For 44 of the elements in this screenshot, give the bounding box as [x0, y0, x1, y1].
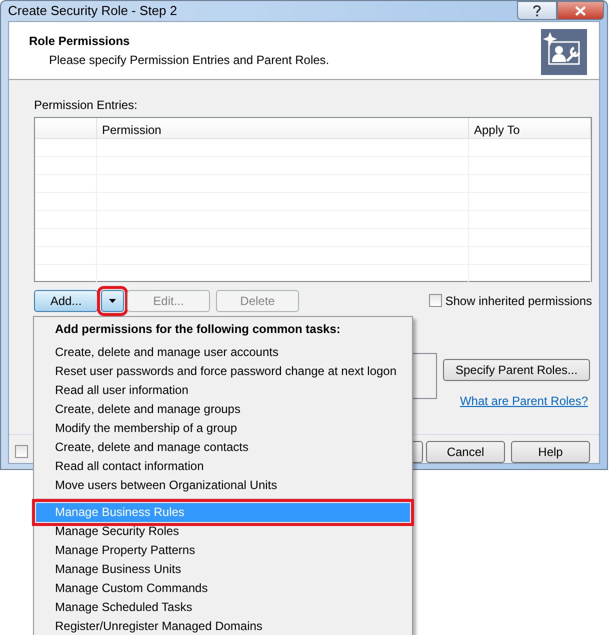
menu-heading: Add permissions for the following common tasks: — [54, 321, 342, 338]
menu-item[interactable]: Read all user information — [36, 381, 410, 400]
table-cell — [35, 264, 97, 282]
checkbox[interactable] — [15, 445, 28, 458]
help-icon — [533, 4, 541, 16]
user-wrench-icon — [541, 28, 587, 74]
menu-item[interactable]: Reset user passwords and force password change at next logon — [36, 362, 410, 381]
table-cell — [35, 228, 97, 246]
checkbox-label: Show inherited permissions — [445, 292, 592, 310]
table-cell — [35, 174, 97, 192]
menu-item[interactable]: Create, delete and manage contacts — [36, 438, 410, 457]
caret-icon — [109, 298, 116, 302]
window-title: Create Security Role - Step 2 — [8, 2, 178, 20]
menu-item[interactable]: Manage Property Patterns — [36, 541, 410, 560]
column-header[interactable]: Apply To — [469, 118, 591, 138]
table-cell — [35, 246, 97, 264]
close-button[interactable] — [557, 1, 604, 20]
menu-item[interactable]: Modify the membership of a group — [36, 419, 410, 438]
page-description: Please specify Permission Entries and Parent Roles. — [48, 52, 330, 68]
page-heading: Role Permissions — [29, 32, 131, 50]
menu-item[interactable]: Read all contact information — [36, 457, 410, 476]
menu-item[interactable]: Manage Security Roles — [36, 522, 410, 541]
section-label: Permission Entries: — [34, 96, 138, 114]
table-cell — [35, 192, 97, 210]
close-icon — [575, 6, 586, 16]
menu-item[interactable]: Create, delete and manage user accounts — [36, 343, 410, 362]
column-header[interactable] — [35, 118, 97, 138]
parent-roles-help-link[interactable]: What are Parent Roles? — [460, 392, 588, 410]
menu-item[interactable]: Register/Unregister Managed Domains — [36, 617, 410, 635]
table-cell — [35, 210, 97, 228]
dialog-button[interactable]: Cancel — [426, 440, 505, 462]
menu-item[interactable]: Create, delete and manage groups — [36, 400, 410, 419]
menu-item[interactable]: Manage Custom Commands — [36, 579, 410, 598]
table-cell — [35, 156, 97, 174]
dialog-button[interactable]: Help — [511, 440, 590, 462]
menu-item[interactable]: Manage Business Units — [36, 560, 410, 579]
checkbox[interactable] — [429, 294, 442, 307]
specify-parent-roles-button[interactable]: Specify Parent Roles... — [443, 358, 590, 380]
menu-item[interactable]: Manage Scheduled Tasks — [36, 598, 410, 617]
column-header[interactable]: Permission — [97, 118, 469, 138]
help-button[interactable] — [517, 1, 557, 20]
table-cell — [35, 138, 97, 156]
menu-item[interactable]: Move users between Organizational Units — [36, 476, 410, 495]
add-button[interactable]: Add... — [34, 290, 98, 312]
